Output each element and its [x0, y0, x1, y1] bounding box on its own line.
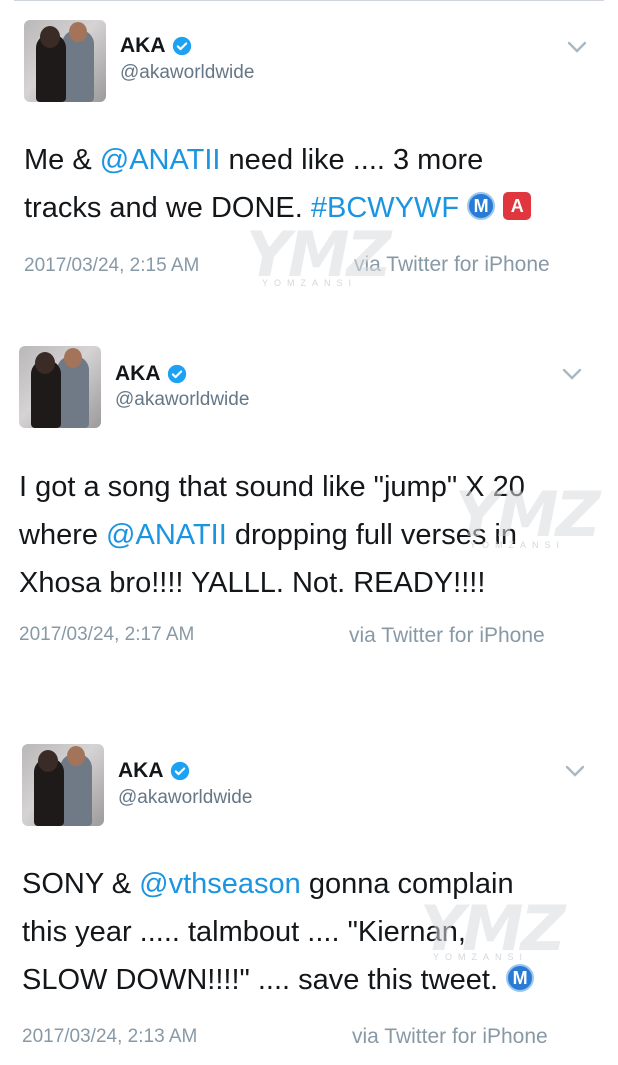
watermark-subtext: YOMZANSI [262, 278, 358, 288]
text-segment [495, 192, 503, 224]
user-handle[interactable]: @akaworldwide [115, 389, 249, 411]
tweet-timestamp[interactable]: 2017/03/24, 2:17 AM [19, 624, 194, 646]
tweet-source[interactable]: via Twitter for iPhone [352, 1025, 548, 1049]
mention-link[interactable]: @ANATII [100, 144, 221, 176]
tweet-text: I got a song that sound like "jump" X 20… [19, 463, 525, 607]
chevron-down-icon[interactable] [564, 764, 586, 778]
tweet-text-line: I got a song that sound like "jump" X 20 [19, 463, 525, 511]
chevron-down-icon[interactable] [566, 40, 588, 54]
a-button-emoji: A [503, 192, 532, 221]
text-segment: Me & [24, 144, 100, 176]
tweet-timestamp[interactable]: 2017/03/24, 2:15 AM [24, 255, 199, 277]
text-segment: I got a song that sound like "jump" X 20 [19, 471, 525, 503]
verified-badge-icon [170, 761, 189, 781]
text-segment: where [19, 519, 107, 551]
text-segment: SONY & [22, 868, 140, 900]
text-segment: Xhosa bro!!!! YALLL. Not. READY!!!! [19, 567, 486, 599]
text-segment [459, 192, 467, 224]
display-name-label: AKA [118, 759, 164, 782]
verified-badge-icon [172, 36, 191, 56]
mention-link[interactable]: @ANATII [106, 519, 227, 551]
display-name[interactable]: AKA [120, 34, 192, 58]
watermark-subtext: YOMZANSI [470, 540, 566, 550]
display-name-label: AKA [115, 362, 161, 385]
text-segment: this year ..... talmbout .... "Kiernan, [22, 916, 466, 948]
display-name[interactable]: AKA [115, 362, 187, 386]
tweet-source[interactable]: via Twitter for iPhone [349, 624, 545, 648]
mention-link[interactable]: @vthseason [139, 868, 301, 900]
user-handle[interactable]: @akaworldwide [118, 787, 252, 809]
avatar[interactable] [24, 20, 106, 102]
tweet-text-line: Xhosa bro!!!! YALLL. Not. READY!!!! [19, 559, 525, 607]
display-name[interactable]: AKA [118, 759, 190, 783]
user-handle[interactable]: @akaworldwide [120, 62, 254, 84]
circled-m-emoji: M [506, 964, 535, 993]
text-segment: need like .... 3 more [220, 144, 484, 176]
chevron-down-icon[interactable] [561, 367, 583, 381]
verified-badge-icon [167, 364, 186, 384]
watermark-subtext: YOMZANSI [433, 952, 529, 962]
display-name-label: AKA [120, 34, 166, 57]
circled-m-emoji: M [467, 192, 496, 221]
tweet-text-line: where @ANATII dropping full verses in [19, 511, 525, 559]
tweet-timestamp[interactable]: 2017/03/24, 2:13 AM [22, 1026, 197, 1048]
tweet-text-line: Me & @ANATII need like .... 3 more [24, 136, 531, 184]
avatar[interactable] [19, 346, 101, 428]
avatar[interactable] [22, 744, 104, 826]
text-segment: SLOW DOWN!!!!" .... save this tweet. [22, 964, 507, 996]
